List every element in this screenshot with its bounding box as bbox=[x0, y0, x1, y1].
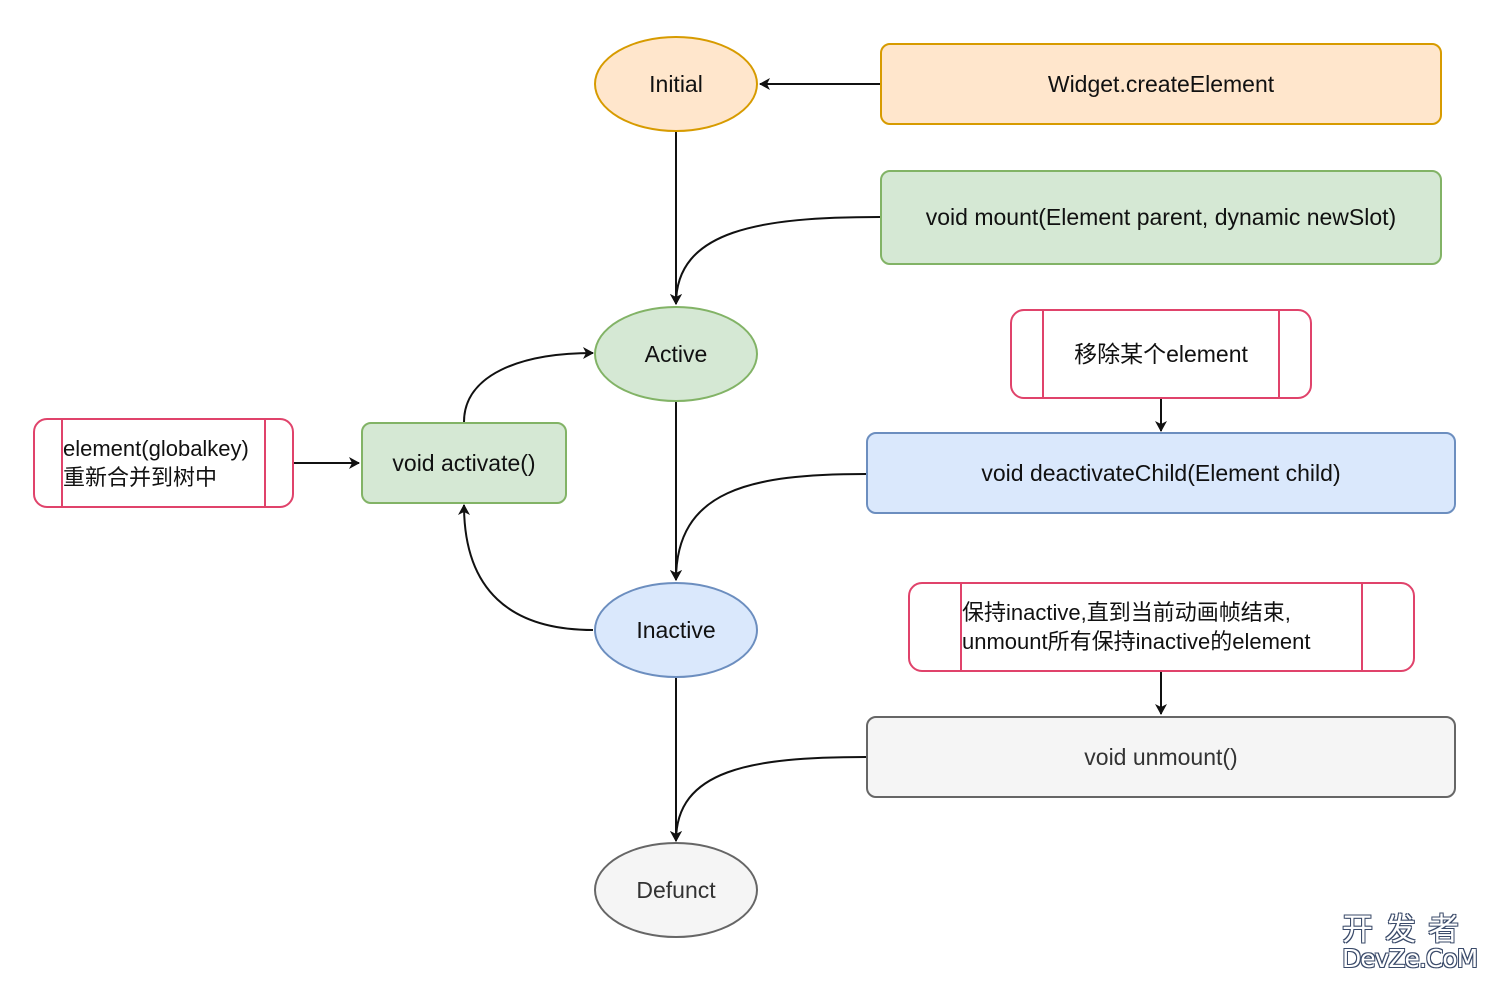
state-defunct[interactable]: Defunct bbox=[594, 842, 758, 938]
method-mount[interactable]: void mount(Element parent, dynamic newSl… bbox=[880, 170, 1442, 265]
edge-deactivate-to-inactive bbox=[670, 473, 867, 581]
note-line: unmount所有保持inactive的element bbox=[962, 629, 1311, 654]
method-unmount[interactable]: void unmount() bbox=[866, 716, 1456, 798]
watermark-line1: 开发者 bbox=[1342, 912, 1471, 948]
note-divider bbox=[1278, 311, 1280, 397]
note-line: 重新合并到树中 bbox=[63, 465, 218, 490]
edge-inactive-to-activate bbox=[458, 504, 594, 631]
note-remove-element[interactable]: 移除某个element bbox=[1010, 309, 1312, 399]
method-unmount-label: void unmount() bbox=[1084, 743, 1238, 770]
note-divider bbox=[1361, 584, 1363, 670]
note-line: element(globalkey) bbox=[63, 436, 249, 461]
note-global-key[interactable]: element(globalkey) 重新合并到树中 bbox=[33, 418, 294, 508]
note-line: 保持inactive,直到当前动画帧结束, bbox=[962, 600, 1291, 625]
state-active-label: Active bbox=[644, 340, 708, 367]
note-line: 移除某个element bbox=[1074, 340, 1248, 367]
watermark-line2: DevZe.CoM bbox=[1342, 944, 1478, 973]
method-deactivate-child[interactable]: void deactivateChild(Element child) bbox=[866, 432, 1456, 514]
method-deactivate-child-label: void deactivateChild(Element child) bbox=[981, 459, 1341, 486]
state-initial[interactable]: Initial bbox=[594, 36, 758, 132]
note-remove-element-text: 移除某个element bbox=[1074, 340, 1248, 369]
state-inactive-label: Inactive bbox=[636, 616, 716, 643]
method-activate-label: void activate() bbox=[392, 449, 536, 476]
note-global-key-text: element(globalkey) 重新合并到树中 bbox=[63, 434, 249, 492]
method-activate[interactable]: void activate() bbox=[361, 422, 567, 504]
state-inactive[interactable]: Inactive bbox=[594, 582, 758, 678]
edge-activate-to-active bbox=[463, 347, 594, 423]
method-create-element-label: Widget.createElement bbox=[1047, 70, 1275, 97]
state-defunct-label: Defunct bbox=[636, 876, 716, 903]
edge-mount-to-active bbox=[670, 216, 881, 305]
method-mount-label: void mount(Element parent, dynamic newSl… bbox=[925, 204, 1397, 230]
state-initial-label: Initial bbox=[649, 70, 703, 97]
note-keep-inactive-text: 保持inactive,直到当前动画帧结束, unmount所有保持inactiv… bbox=[962, 598, 1310, 656]
watermark: 开发者 DevZe.CoM bbox=[1342, 914, 1492, 972]
state-active[interactable]: Active bbox=[594, 306, 758, 402]
edge-unmount-to-defunct bbox=[670, 756, 867, 842]
method-create-element[interactable]: Widget.createElement bbox=[880, 43, 1442, 125]
note-keep-inactive[interactable]: 保持inactive,直到当前动画帧结束, unmount所有保持inactiv… bbox=[908, 582, 1415, 672]
note-divider bbox=[264, 420, 266, 506]
note-divider bbox=[1042, 311, 1044, 397]
